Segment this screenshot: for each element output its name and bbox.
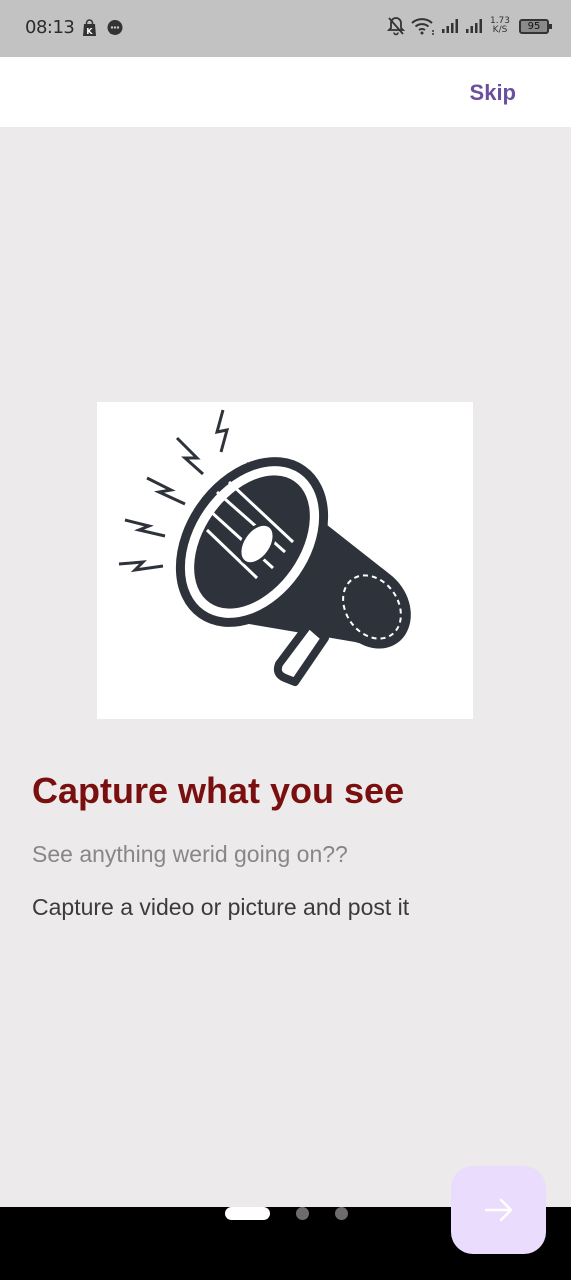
page-indicator-dot[interactable] <box>296 1207 309 1220</box>
page-indicator-dot-active[interactable] <box>225 1207 270 1220</box>
skip-button[interactable]: Skip <box>470 80 516 106</box>
page-indicator <box>225 1207 348 1220</box>
status-time: 08:13 <box>25 17 75 38</box>
onboarding-subtitle: See anything werid going on?? <box>32 841 348 867</box>
svg-text:K: K <box>86 27 93 36</box>
network-speed-unit: K/S <box>492 25 508 35</box>
messenger-notification-icon <box>107 20 123 35</box>
status-bar: 08:13 K 1.73 K/S 95 <box>0 0 571 57</box>
signal-strength-icon-2 <box>466 19 482 33</box>
mute-bell-icon <box>387 17 405 36</box>
shop-notification-icon: K <box>83 19 96 36</box>
arrow-right-icon <box>484 1198 512 1222</box>
system-status-icons: 1.73 K/S 95 <box>387 16 552 36</box>
battery-indicator: 95 <box>519 18 552 34</box>
app-bar: Skip <box>0 57 571 127</box>
network-speed: 1.73 K/S <box>489 17 511 35</box>
signal-strength-icon-1 <box>442 19 458 33</box>
onboarding-title: Capture what you see <box>32 770 405 811</box>
next-button[interactable] <box>451 1166 546 1254</box>
notification-icons: K <box>81 19 124 37</box>
megaphone-icon <box>118 409 411 686</box>
page-indicator-dot[interactable] <box>335 1207 348 1220</box>
wifi-icon <box>411 18 434 35</box>
megaphone-illustration <box>97 402 473 719</box>
onboarding-description: Capture a video or picture and post it <box>32 894 410 920</box>
